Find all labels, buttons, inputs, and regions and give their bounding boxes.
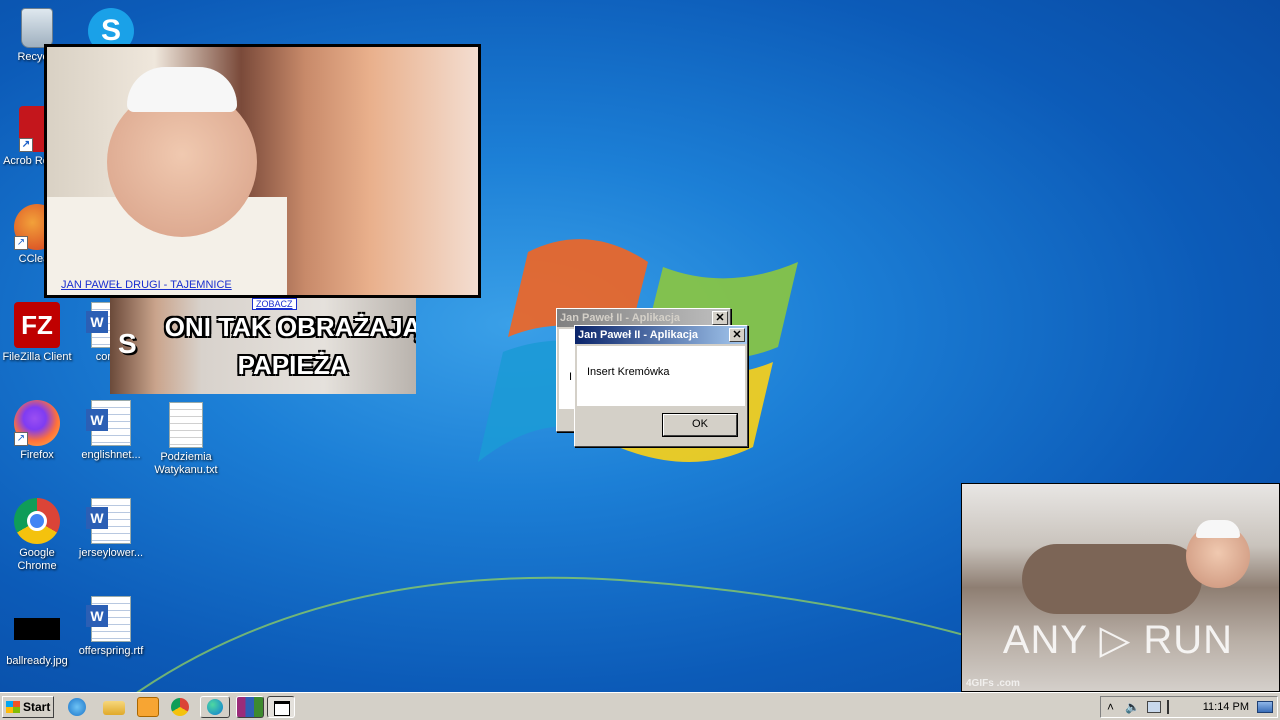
anyrun-watermark: ANY ▷ RUN xyxy=(1002,618,1233,662)
internet-explorer-icon[interactable] xyxy=(68,698,86,716)
desktop-icon-englishnet[interactable]: W englishnet... xyxy=(74,400,148,462)
firefox-icon: ↗ xyxy=(14,400,60,446)
dialog-message: I xyxy=(569,371,573,383)
active-window-taskbar-button[interactable] xyxy=(267,696,295,718)
dialog-message: Insert Kremówka xyxy=(587,366,670,378)
close-button[interactable]: ✕ xyxy=(712,311,728,325)
desktop-icon-chrome[interactable]: Google Chrome xyxy=(0,498,74,573)
gif-popup-oni-tak[interactable]: S ZOBACZ ONI TAK OBRAŻAJĄ PAPIEŻA xyxy=(110,298,416,394)
gif-side-text: S xyxy=(118,328,137,359)
gif-figure-cap xyxy=(127,67,237,112)
gif-caption-line2: PAPIEŻA xyxy=(237,350,349,380)
system-tray: ˄ 🔈 11:14 PM xyxy=(1100,696,1278,718)
chrome-icon xyxy=(14,498,60,544)
desktop-icon-label: englishnet... xyxy=(81,449,141,461)
gif-popup-tajemnice[interactable]: JAN PAWEŁ DRUGI - TAJEMNICE xyxy=(44,44,481,298)
dialog-title: Jan Paweł II - Aplikacja xyxy=(578,329,699,341)
desktop-icon-label: jerseylower... xyxy=(78,547,144,559)
ok-button[interactable]: OK xyxy=(662,413,738,437)
start-label: Start xyxy=(23,700,51,714)
show-hidden-icons-chevron-icon[interactable]: ˄ xyxy=(1107,700,1114,714)
winrar-taskbar-icon[interactable] xyxy=(236,696,264,718)
chrome-taskbar-icon[interactable] xyxy=(171,698,189,716)
zobacz-link[interactable]: ZOBACZ xyxy=(252,298,297,310)
shortcut-arrow-icon: ↗ xyxy=(14,236,28,250)
show-desktop-icon[interactable] xyxy=(1257,701,1273,713)
message-dialog[interactable]: Jan Paweł II - Aplikacja ✕ Insert Kremów… xyxy=(574,325,748,447)
desktop-icon-label: ballready.jpg xyxy=(6,655,68,667)
recycle-bin-icon xyxy=(21,8,53,48)
desktop-icon-label: FileZilla Client xyxy=(2,351,72,363)
volume-icon[interactable]: 🔈 xyxy=(1125,700,1140,714)
word-doc-icon: W xyxy=(86,498,131,544)
dialog-title-bar[interactable]: Jan Paweł II - Aplikacja ✕ xyxy=(575,326,747,344)
desktop-icon-label: offerspring.rtf xyxy=(78,645,144,657)
image-file-icon xyxy=(14,618,60,640)
filezilla-icon: FZ xyxy=(14,302,60,348)
shortcut-arrow-icon: ↗ xyxy=(14,432,28,446)
word-doc-icon: W xyxy=(86,400,131,446)
desktop-icon-ballready[interactable]: ballready.jpg xyxy=(0,606,74,668)
gif-source-label: 4GIFs .com xyxy=(966,678,1020,689)
media-player-icon[interactable] xyxy=(137,697,159,717)
file-explorer-icon[interactable] xyxy=(103,701,125,715)
desktop-icon-jerseylower[interactable]: W jerseylower... xyxy=(74,498,148,560)
edge-taskbar-icon[interactable] xyxy=(200,696,230,718)
desktop-icon-label: Podziemia Watykanu.txt xyxy=(154,451,218,476)
desktop-icon-label: Firefox xyxy=(20,449,54,461)
gif-caption-line1: ONI TAK OBRAŻAJĄ xyxy=(164,312,416,342)
text-file-icon xyxy=(169,402,203,448)
start-button[interactable]: Start xyxy=(2,696,54,718)
desktop-icon-firefox[interactable]: ↗ Firefox xyxy=(0,400,74,462)
gif-face xyxy=(1186,520,1250,588)
desktop-icon-podziemia[interactable]: Podziemia Watykanu.txt xyxy=(149,402,223,477)
desktop-icon-label: Google Chrome xyxy=(17,547,57,572)
clock[interactable]: 11:14 PM xyxy=(1203,701,1249,713)
taskbar: Start ˄ 🔈 11:14 PM xyxy=(0,692,1280,720)
tajemnice-link[interactable]: JAN PAWEŁ DRUGI - TAJEMNICE xyxy=(61,279,232,291)
network-icon[interactable] xyxy=(1147,701,1161,713)
shortcut-arrow-icon: ↗ xyxy=(19,138,33,152)
word-doc-icon: W xyxy=(86,596,131,642)
desktop-icon-filezilla[interactable]: FZ FileZilla Client xyxy=(0,302,74,364)
gif-dog-shape xyxy=(1022,544,1202,614)
dialog-title: Jan Paweł II - Aplikacja xyxy=(560,312,681,324)
windows-flag-icon xyxy=(6,701,20,713)
dialog-content: Insert Kremówka xyxy=(577,346,745,406)
gif-popup-dog[interactable]: ANY ▷ RUN 4GIFs .com xyxy=(961,483,1280,692)
desktop-icon-offerspring[interactable]: W offerspring.rtf xyxy=(74,596,148,658)
close-button[interactable]: ✕ xyxy=(729,328,745,342)
action-center-flag-icon[interactable] xyxy=(1167,700,1177,714)
